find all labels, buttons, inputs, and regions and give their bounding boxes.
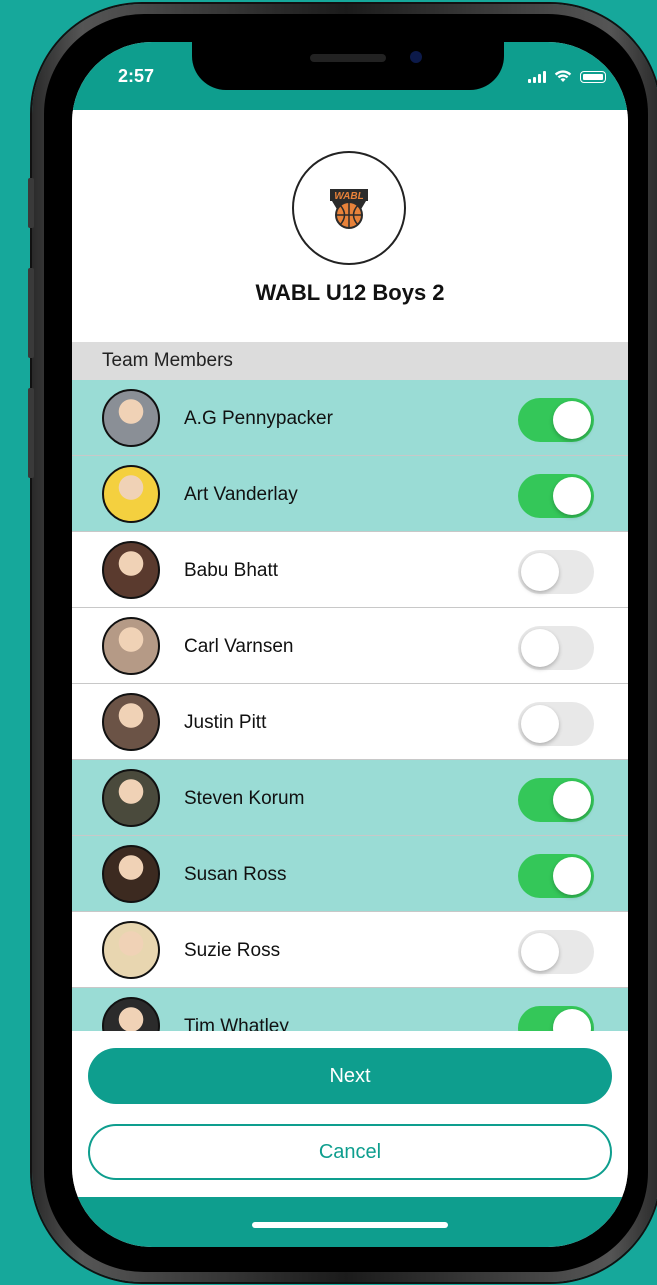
member-row[interactable]: Justin Pitt (72, 684, 628, 760)
toggle-knob (521, 705, 559, 743)
member-row[interactable]: Babu Bhatt (72, 532, 628, 608)
member-row[interactable]: Carl Varnsen (72, 608, 628, 684)
avatar (102, 769, 160, 827)
member-name: A.G Pennypacker (184, 408, 333, 429)
member-row[interactable]: Susan Ross (72, 836, 628, 912)
avatar (102, 389, 160, 447)
front-camera (410, 51, 422, 63)
member-name: Art Vanderlay (184, 484, 298, 505)
avatar (102, 921, 160, 979)
cellular-signal-icon (528, 70, 546, 83)
home-indicator[interactable] (252, 1222, 448, 1228)
avatar (102, 541, 160, 599)
member-row[interactable]: A.G Pennypacker (72, 380, 628, 456)
avatar (102, 617, 160, 675)
member-toggle[interactable] (518, 474, 594, 518)
toggle-knob (521, 629, 559, 667)
member-name: Justin Pitt (184, 712, 267, 733)
member-toggle[interactable] (518, 702, 594, 746)
member-toggle[interactable] (518, 398, 594, 442)
toggle-knob (553, 401, 591, 439)
status-time: 2:57 (118, 66, 155, 86)
speaker-grille (310, 54, 386, 62)
volume-up-button (28, 268, 34, 358)
member-toggle[interactable] (518, 550, 594, 594)
member-name: Suzie Ross (184, 940, 281, 961)
avatar (102, 693, 160, 751)
avatar (102, 997, 160, 1031)
mute-switch (28, 178, 34, 228)
cancel-button[interactable]: Cancel (88, 1124, 612, 1180)
toggle-knob (553, 1009, 591, 1031)
home-bar-area (72, 1197, 628, 1247)
avatar (102, 845, 160, 903)
section-header: Team Members (72, 342, 628, 380)
footer-actions: Next Cancel (72, 1031, 628, 1197)
team-members-list[interactable]: A.G Pennypacker Art Vanderlay Babu Bhatt Ca… (72, 380, 628, 1031)
next-button[interactable]: Next (88, 1048, 612, 1104)
member-row[interactable]: Suzie Ross (72, 912, 628, 988)
member-name: Carl Varnsen (184, 636, 294, 657)
toggle-knob (553, 857, 591, 895)
app-screen: 2:57 WABL WABL U12 Boys 2 Team Members A… (72, 42, 628, 1247)
member-toggle[interactable] (518, 626, 594, 670)
avatar (102, 465, 160, 523)
volume-down-button (28, 388, 34, 478)
member-name: Susan Ross (184, 864, 287, 885)
basketball-logo-icon: WABL (330, 189, 368, 229)
member-toggle[interactable] (518, 930, 594, 974)
member-toggle[interactable] (518, 778, 594, 822)
battery-icon (580, 70, 606, 83)
member-row[interactable]: Steven Korum (72, 760, 628, 836)
status-icons (528, 70, 606, 83)
member-toggle[interactable] (518, 854, 594, 898)
member-name: Babu Bhatt (184, 560, 279, 581)
member-name: Tim Whatley (184, 1016, 289, 1031)
toggle-knob (553, 477, 591, 515)
notch (192, 42, 504, 90)
team-logo: WABL (292, 151, 406, 265)
status-bar: 2:57 (72, 42, 628, 110)
team-header: WABL WABL U12 Boys 2 (72, 110, 628, 342)
wifi-icon (554, 70, 572, 82)
member-row[interactable]: Tim Whatley (72, 988, 628, 1031)
member-row[interactable]: Art Vanderlay (72, 456, 628, 532)
svg-text:WABL: WABL (334, 191, 363, 202)
toggle-knob (521, 933, 559, 971)
member-toggle[interactable] (518, 1006, 594, 1031)
member-name: Steven Korum (184, 788, 305, 809)
toggle-knob (553, 781, 591, 819)
team-name: WABL U12 Boys 2 (255, 280, 445, 305)
toggle-knob (521, 553, 559, 591)
